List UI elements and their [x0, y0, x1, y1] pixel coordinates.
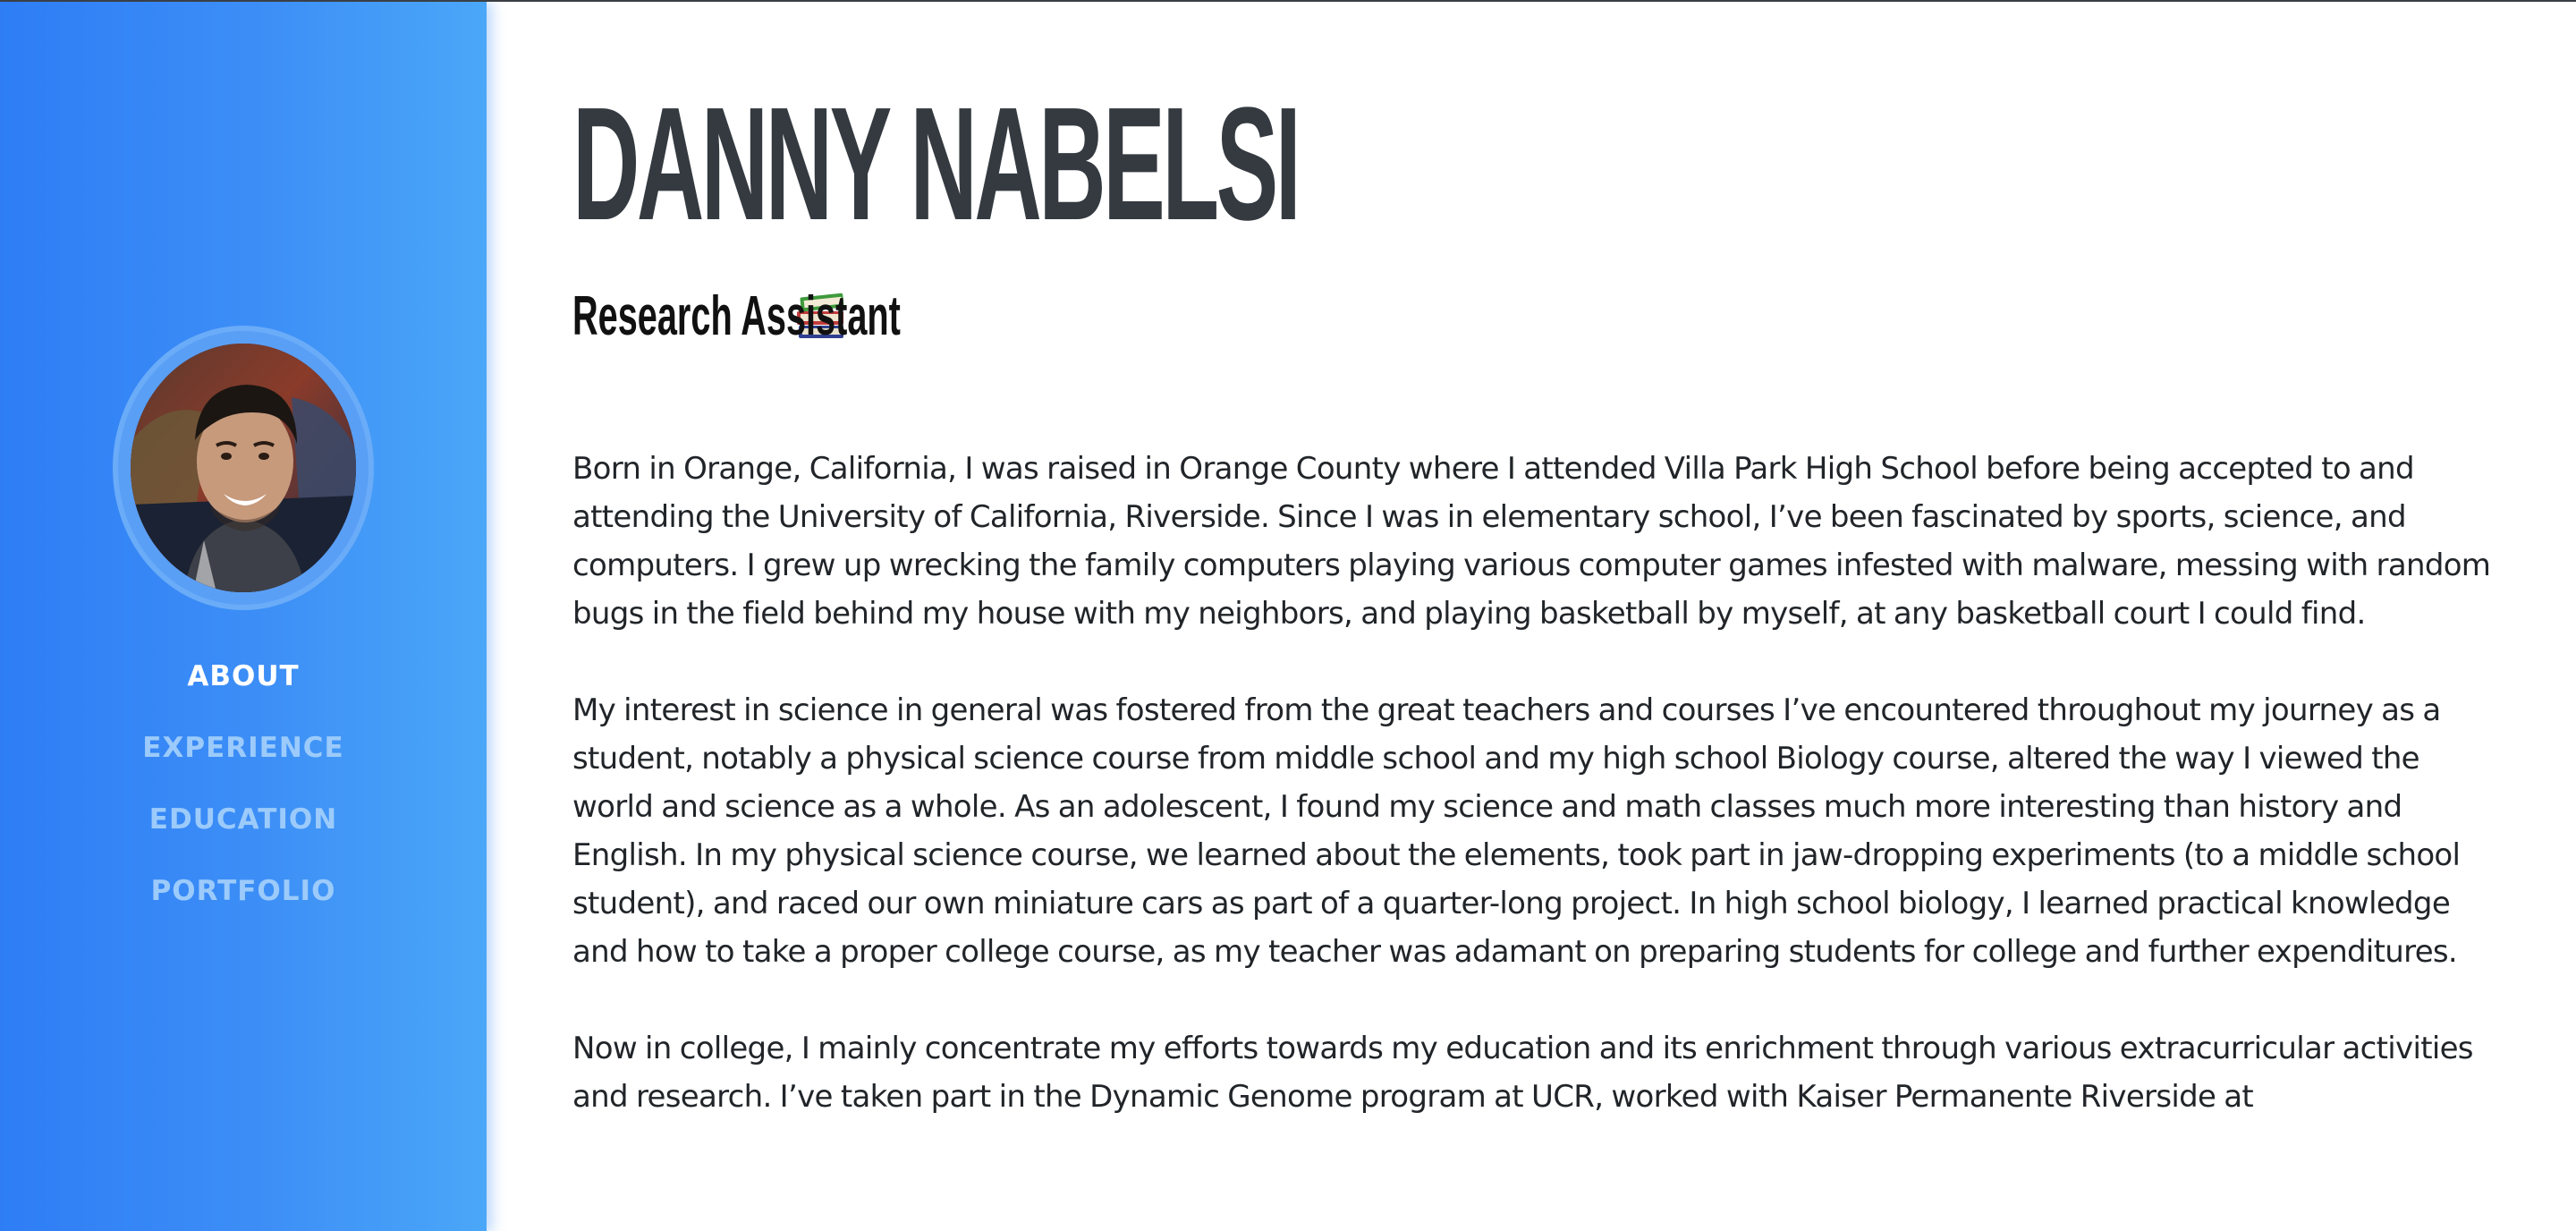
about-paragraph: Now in college, I mainly concentrate my …	[572, 1031, 2474, 1115]
job-title: Research Assistant	[572, 284, 901, 349]
sidebar-nav: ABOUT EXPERIENCE EDUCATION PORTFOLIO	[0, 649, 487, 936]
avatar	[131, 344, 356, 592]
resume-page: ABOUT EXPERIENCE EDUCATION PORTFOLIO DAN…	[0, 0, 2576, 1231]
avatar-frame	[113, 326, 374, 610]
nav-item-education[interactable]: EDUCATION	[0, 793, 487, 864]
about-section: Born in Orange, California, I was raised…	[572, 445, 2504, 1169]
nav-item-about[interactable]: ABOUT	[0, 649, 487, 721]
nav-item-experience[interactable]: EXPERIENCE	[0, 721, 487, 793]
page-title: DANNY NABELSI	[572, 74, 1301, 254]
job-title-text: Research Assistant	[572, 285, 901, 347]
about-paragraph: My interest in science in general was fo…	[572, 692, 2461, 970]
nav-item-portfolio[interactable]: PORTFOLIO	[0, 864, 487, 936]
sidebar: ABOUT EXPERIENCE EDUCATION PORTFOLIO	[0, 2, 487, 1231]
about-paragraph: Born in Orange, California, I was raised…	[572, 451, 2491, 632]
